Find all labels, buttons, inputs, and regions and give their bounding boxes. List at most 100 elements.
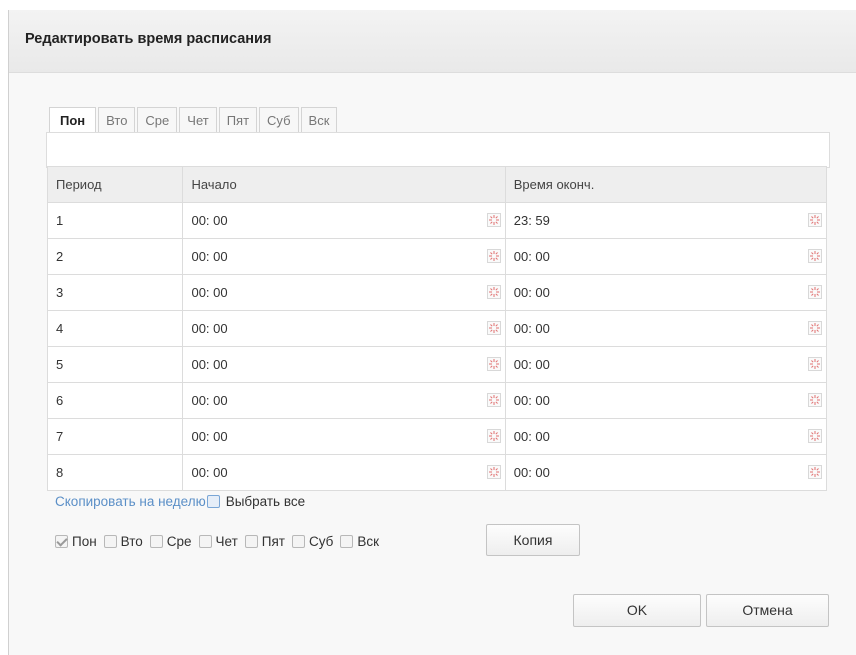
end-time-value[interactable]: 00: 00 [514,429,550,444]
end-time-cell[interactable]: 00: 00 [504,238,828,275]
day-tabs: Пон Вто Сре Чет Пят Суб Вск [49,107,339,134]
table-row: 6 00: 00 00: 00 [46,382,828,419]
time-picker-icon[interactable] [486,393,501,407]
select-all-checkbox[interactable] [206,495,220,508]
tab-panel [46,132,830,168]
copy-day-tue[interactable]: Вто [103,534,143,549]
start-time-value[interactable]: 00: 00 [191,321,227,336]
start-time-value[interactable]: 00: 00 [191,213,227,228]
copy-day-thu-checkbox[interactable] [198,535,212,548]
start-time-cell[interactable]: 00: 00 [182,454,506,491]
time-picker-icon[interactable] [486,213,501,227]
copy-day-thu[interactable]: Чет [198,534,238,549]
time-picker-icon[interactable] [808,393,822,407]
end-time-value[interactable]: 00: 00 [514,393,550,408]
column-header-period: Период [46,166,184,203]
copy-button[interactable]: Копия [486,524,580,556]
copy-day-mon-checkbox[interactable] [55,535,68,548]
period-cell: 1 [46,202,184,239]
cancel-button[interactable]: Отмена [706,594,829,627]
table-row: 3 00: 00 00: 00 [46,274,828,311]
copy-day-sat[interactable]: Суб [292,534,333,549]
table-row: 5 00: 00 00: 00 [46,346,828,383]
time-picker-icon[interactable] [808,285,822,299]
period-cell: 2 [46,238,184,275]
end-time-cell[interactable]: 00: 00 [504,274,828,311]
copy-day-label: Суб [309,534,334,549]
copy-day-sat-checkbox[interactable] [292,535,305,548]
copy-to-week-row: Скопировать на неделю Выбрать все [55,494,305,509]
start-time-value[interactable]: 00: 00 [191,429,227,444]
start-time-cell[interactable]: 00: 00 [182,310,506,347]
end-time-cell[interactable]: 00: 00 [504,382,828,419]
time-picker-icon[interactable] [486,429,501,443]
start-time-cell[interactable]: 00: 00 [182,238,506,275]
start-time-cell[interactable]: 00: 00 [182,346,506,383]
dialog-content: Пон Вто Сре Чет Пят Суб Вск Период Начал… [9,73,856,655]
end-time-cell[interactable]: 23: 59 [504,202,828,239]
select-all-label: Выбрать все [225,494,306,509]
table-row: 4 00: 00 00: 00 [46,310,828,347]
time-picker-icon[interactable] [808,249,822,263]
table-row: 1 00: 00 23: 59 [46,202,828,239]
copy-day-tue-checkbox[interactable] [103,535,117,548]
tab-fri[interactable]: Пят [218,107,258,133]
end-time-value[interactable]: 23: 59 [514,213,550,228]
period-cell: 3 [46,274,184,311]
time-picker-icon[interactable] [486,285,501,299]
tab-sun[interactable]: Вск [300,107,338,133]
tab-thu[interactable]: Чет [179,107,217,133]
end-time-value[interactable]: 00: 00 [514,321,550,336]
copy-day-mon[interactable]: Пон [55,534,97,549]
time-picker-icon[interactable] [486,465,501,479]
start-time-value[interactable]: 00: 00 [191,465,227,480]
time-picker-icon[interactable] [808,213,822,227]
end-time-cell[interactable]: 00: 00 [504,310,828,347]
tab-sat[interactable]: Суб [259,107,299,133]
time-picker-icon[interactable] [808,429,822,443]
copy-day-label: Вск [357,534,380,549]
time-picker-icon[interactable] [808,465,822,479]
tab-wed[interactable]: Сре [137,107,178,133]
start-time-cell[interactable]: 00: 00 [182,382,506,419]
start-time-value[interactable]: 00: 00 [191,249,227,264]
time-picker-icon[interactable] [486,249,501,263]
copy-day-label: Пят [261,534,285,549]
end-time-value[interactable]: 00: 00 [514,249,550,264]
copy-day-fri-checkbox[interactable] [244,535,258,548]
start-time-value[interactable]: 00: 00 [191,357,227,372]
end-time-cell[interactable]: 00: 00 [504,346,828,383]
tab-tue[interactable]: Вто [98,107,136,133]
copy-day-sun-checkbox[interactable] [340,535,354,548]
copy-day-sun[interactable]: Вск [340,534,379,549]
table-row: 8 00: 00 00: 00 [46,454,828,491]
dialog-titlebar: Редактировать время расписания [9,10,856,73]
start-time-cell[interactable]: 00: 00 [182,274,506,311]
start-time-cell[interactable]: 00: 00 [182,202,506,239]
end-time-value[interactable]: 00: 00 [514,465,550,480]
copy-day-label: Чет [215,534,238,549]
tab-mon[interactable]: Пон [49,107,97,134]
time-picker-icon[interactable] [808,357,822,371]
period-cell: 8 [46,454,184,491]
table-row: 2 00: 00 00: 00 [46,238,828,275]
copy-to-week-link[interactable]: Скопировать на неделю [55,494,206,509]
time-picker-icon[interactable] [808,321,822,335]
period-cell: 5 [46,346,184,383]
end-time-cell[interactable]: 00: 00 [504,454,828,491]
start-time-value[interactable]: 00: 00 [191,393,227,408]
copy-day-wed[interactable]: Сре [149,534,192,549]
table-header-row: Период Начало Время оконч. [46,166,828,203]
start-time-value[interactable]: 00: 00 [191,285,227,300]
time-picker-icon[interactable] [486,357,501,371]
copy-day-wed-checkbox[interactable] [149,535,163,548]
end-time-cell[interactable]: 00: 00 [504,418,828,455]
copy-days: Пон Вто Сре Чет Пят Суб Вск [55,534,386,549]
ok-button[interactable]: OK [573,594,701,627]
end-time-value[interactable]: 00: 00 [514,357,550,372]
start-time-cell[interactable]: 00: 00 [182,418,506,455]
end-time-value[interactable]: 00: 00 [514,285,550,300]
copy-day-fri[interactable]: Пят [244,534,285,549]
period-cell: 7 [46,418,184,455]
time-picker-icon[interactable] [486,321,501,335]
